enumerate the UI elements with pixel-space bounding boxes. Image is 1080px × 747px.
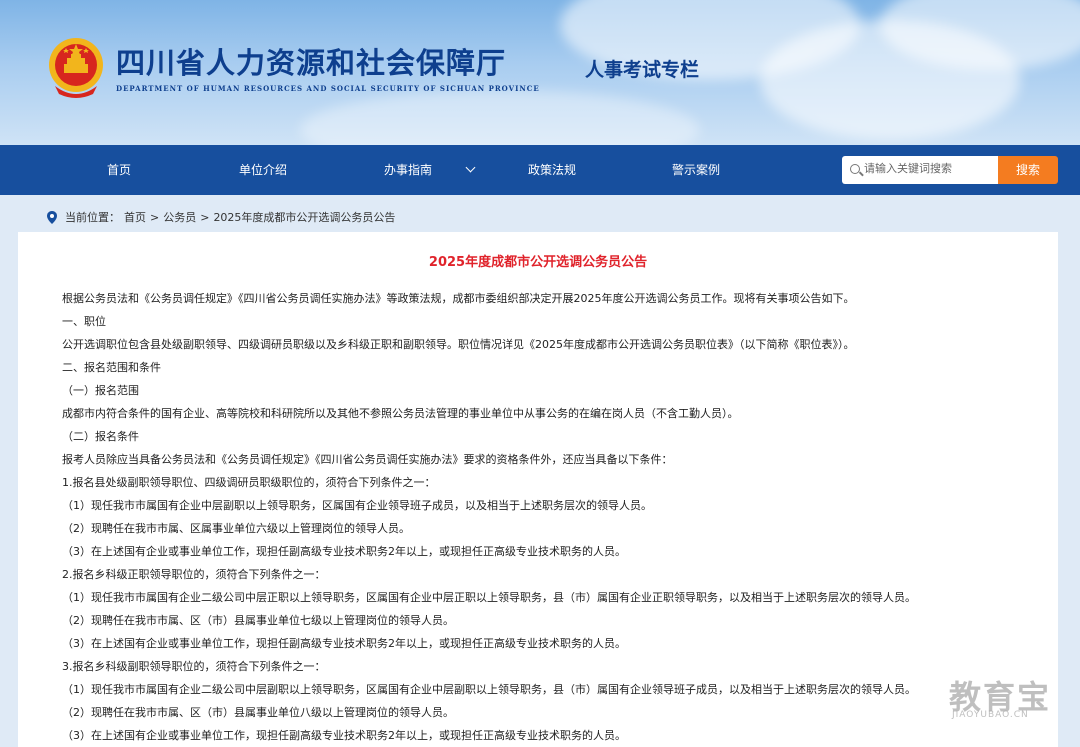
article-paragraph: （2）现聘任在我市市属、区（市）县属事业单位七级以上管理岗位的领导人员。 [62, 614, 454, 627]
article-paragraph: 成都市内符合条件的国有企业、高等院校和科研院所以及其他不参照公务员法管理的事业单… [62, 407, 739, 420]
site-subtitle: DEPARTMENT OF HUMAN RESOURCES AND SOCIAL… [116, 84, 540, 93]
breadcrumb-current[interactable]: 2025年度成都市公开选调公务员公告 [213, 209, 395, 225]
watermark-url: JIAOYUBAO.CN [952, 710, 1029, 720]
article-paragraph: （1）现任我市市属国有企业二级公司中层正职以上领导职务，区属国有企业中层正职以上… [62, 591, 916, 604]
article-paragraph: 根据公务员法和《公务员调任规定》《四川省公务员调任实施办法》等政策法规，成都市委… [62, 292, 855, 305]
article-paragraph: 1.报名县处级副职领导职位、四级调研员职级职位的，须符合下列条件之一： [62, 476, 436, 489]
breadcrumb-prefix: 当前位置： [65, 211, 120, 224]
article-heading: 一、职位 [62, 315, 106, 328]
nav-item-home[interactable]: 首页 [79, 145, 159, 195]
search-box [842, 156, 998, 184]
article-panel: 2025年度成都市公开选调公务员公告 根据公务员法和《公务员调任规定》《四川省公… [18, 232, 1058, 747]
site-header: 四川省人力资源和社会保障厅 DEPARTMENT OF HUMAN RESOUR… [0, 0, 1080, 145]
breadcrumb-separator: > [200, 210, 210, 224]
article-paragraph: （3）在上述国有企业或事业单位工作，现担任副高级专业技术职务2年以上，或现担任正… [62, 729, 626, 742]
article-paragraph: （2）现聘任在我市市属、区属事业单位六级以上管理岗位的领导人员。 [62, 522, 410, 535]
breadcrumb-separator: > [150, 210, 160, 224]
cloud-decoration [300, 90, 700, 145]
article-paragraph: 3.报名乡科级副职领导职位的，须符合下列条件之一： [62, 660, 326, 673]
national-emblem-icon [49, 38, 103, 98]
article-paragraph: （1）现任我市市属国有企业二级公司中层副职以上领导职务，区属国有企业中层副职以上… [62, 683, 916, 696]
article-subheading: （二）报名条件 [62, 430, 139, 443]
breadcrumb: 当前位置： 首页 > 公务员 > 2025年度成都市公开选调公务员公告 [47, 208, 399, 226]
article-paragraph: （1）现任我市市属国有企业中层副职以上领导职务，区属国有企业领导班子成员，以及相… [62, 499, 652, 512]
breadcrumb-civil-servant[interactable]: 公务员 [163, 209, 196, 225]
article-heading: 二、报名范围和条件 [62, 361, 161, 374]
article-paragraph: （2）现聘任在我市市属、区（市）县属事业单位八级以上管理岗位的领导人员。 [62, 706, 454, 719]
search-button[interactable]: 搜索 [998, 156, 1058, 184]
article-paragraph: （3）在上述国有企业或事业单位工作，现担任副高级专业技术职务2年以上，或现担任正… [62, 637, 626, 650]
article-subheading: （一）报名范围 [62, 384, 139, 397]
article-paragraph: 2.报名乡科级正职领导职位的，须符合下列条件之一： [62, 568, 326, 581]
article-title: 2025年度成都市公开选调公务员公告 [428, 255, 648, 270]
search-input[interactable] [864, 162, 994, 175]
article-paragraph: 公开选调职位包含县处级副职领导、四级调研员职级以及乡科级正职和副职领导。职位情况… [62, 338, 855, 351]
nav-item-about[interactable]: 单位介绍 [223, 145, 303, 195]
nav-item-guide[interactable]: 办事指南 [368, 145, 448, 195]
nav-item-policy[interactable]: 政策法规 [512, 145, 592, 195]
location-pin-icon [47, 210, 57, 224]
chevron-down-icon[interactable] [465, 162, 476, 173]
main-nav: 首页 单位介绍 办事指南 政策法规 警示案例 搜索 [0, 145, 1080, 195]
breadcrumb-home[interactable]: 首页 [124, 209, 146, 225]
nav-item-cases[interactable]: 警示案例 [656, 145, 736, 195]
article-paragraph: （3）在上述国有企业或事业单位工作，现担任副高级专业技术职务2年以上，或现担任正… [62, 545, 626, 558]
search-icon [850, 164, 860, 174]
column-title: 人事考试专栏 [585, 59, 700, 81]
site-title: 四川省人力资源和社会保障厅 [116, 46, 507, 80]
article-paragraph: 报考人员除应当具备公务员法和《公务员调任规定》《四川省公务员调任实施办法》要求的… [62, 453, 673, 466]
